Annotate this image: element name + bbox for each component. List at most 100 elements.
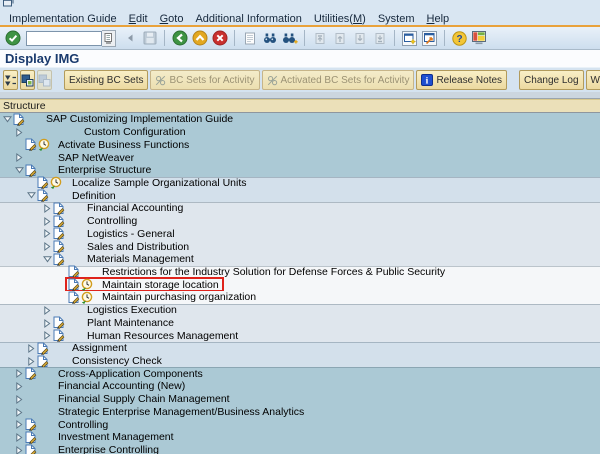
img-doc-icon[interactable] <box>53 215 66 228</box>
expand-node-arrow-icon[interactable] <box>43 242 51 251</box>
img-activity-icon[interactable] <box>38 138 51 151</box>
tree-row[interactable]: Controlling <box>0 215 600 228</box>
tree-item-label[interactable]: Strategic Enterprise Management/Business… <box>58 406 304 418</box>
expand-node-arrow-icon[interactable] <box>43 229 51 238</box>
img-doc-icon[interactable] <box>68 291 81 304</box>
tree-item-label[interactable]: Consistency Check <box>72 355 162 367</box>
new-session-button[interactable] <box>400 29 419 48</box>
tree-item-label[interactable]: Maintain storage location <box>102 279 219 291</box>
img-doc-icon[interactable] <box>53 240 66 253</box>
img-doc-icon[interactable] <box>37 355 50 368</box>
expand-node-arrow-icon[interactable] <box>43 319 51 328</box>
tree-row[interactable]: Financial Accounting <box>0 202 600 215</box>
tree-row[interactable]: Human Resources Management <box>0 329 600 342</box>
tree-item-label[interactable]: Maintain purchasing organization <box>102 291 256 303</box>
system-menu-icon[interactable] <box>3 0 14 12</box>
expand-node-arrow-icon[interactable] <box>27 357 35 366</box>
tree-row[interactable]: Custom Configuration <box>0 126 600 139</box>
menu-help[interactable]: Help <box>427 13 450 25</box>
img-doc-icon[interactable] <box>25 418 38 431</box>
collapse-node-arrow-icon[interactable] <box>15 166 24 174</box>
command-history-button[interactable] <box>102 30 116 47</box>
release-notes-button[interactable]: iRelease Notes <box>416 70 507 90</box>
tree-row[interactable]: Logistics Execution <box>0 304 600 317</box>
tree-row[interactable]: Assignment <box>0 342 600 355</box>
collapse-toolbar-button[interactable] <box>120 29 139 48</box>
img-activity-icon[interactable] <box>50 176 63 189</box>
tree-item-label[interactable]: Financial Accounting <box>87 202 183 214</box>
tree-item-label[interactable]: Sales and Distribution <box>87 241 189 253</box>
tree-row[interactable]: Enterprise Structure <box>0 164 600 177</box>
tree-item-label[interactable]: Plant Maintenance <box>87 317 174 329</box>
img-doc-icon[interactable] <box>53 227 66 240</box>
tree-item-label[interactable]: Financial Supply Chain Management <box>58 393 230 405</box>
find-button[interactable] <box>260 29 279 48</box>
tree-item-label[interactable]: Enterprise Controlling <box>58 444 159 454</box>
expand-node-arrow-icon[interactable] <box>15 395 23 404</box>
tree-row[interactable]: Logistics - General <box>0 227 600 240</box>
where-else-used-button[interactable]: Where Else Used <box>586 70 600 90</box>
enter-button[interactable] <box>3 29 22 48</box>
change-log-button[interactable]: Change Log <box>519 70 584 90</box>
tree-row[interactable]: Financial Supply Chain Management <box>0 393 600 406</box>
tree-item-label[interactable]: Logistics Execution <box>87 304 177 316</box>
img-doc-icon[interactable] <box>25 164 38 177</box>
img-activity-icon[interactable] <box>81 278 94 291</box>
tree-item-label[interactable]: Investment Management <box>58 431 174 443</box>
tree-row[interactable]: Maintain purchasing organization <box>0 291 600 304</box>
img-doc-icon[interactable] <box>25 367 38 380</box>
tree-row[interactable]: Maintain storage location <box>0 278 600 291</box>
create-shortcut-button[interactable] <box>420 29 439 48</box>
collapse-node-arrow-icon[interactable] <box>27 191 36 199</box>
img-doc-icon[interactable] <box>37 176 50 189</box>
menu-additional-information[interactable]: Additional Information <box>195 13 301 25</box>
expand-node-arrow-icon[interactable] <box>27 344 35 353</box>
tree-item-label[interactable]: Activate Business Functions <box>58 139 189 151</box>
tree-row[interactable]: Investment Management <box>0 431 600 444</box>
tree-row[interactable]: Definition <box>0 189 600 202</box>
tree-row[interactable]: Localize Sample Organizational Units <box>0 177 600 190</box>
expand-node-arrow-icon[interactable] <box>15 446 23 454</box>
img-doc-icon[interactable] <box>25 444 38 454</box>
exit-button[interactable] <box>190 29 209 48</box>
tree-item-label[interactable]: Assignment <box>72 342 127 354</box>
img-doc-icon[interactable] <box>13 113 26 126</box>
cancel-button[interactable] <box>210 29 229 48</box>
expand-node-arrow-icon[interactable] <box>15 420 23 429</box>
tree-item-label[interactable]: Localize Sample Organizational Units <box>72 177 247 189</box>
tree-row[interactable]: Strategic Enterprise Management/Business… <box>0 406 600 419</box>
tree-item-label[interactable]: Definition <box>72 190 116 202</box>
tree-item-label[interactable]: Custom Configuration <box>84 126 186 138</box>
tree-row[interactable]: Materials Management <box>0 253 600 266</box>
tree-row[interactable]: Cross-Application Components <box>0 367 600 380</box>
expand-node-arrow-icon[interactable] <box>43 204 51 213</box>
img-doc-icon[interactable] <box>68 278 81 291</box>
tree-row[interactable]: SAP NetWeaver <box>0 151 600 164</box>
tree-item-label[interactable]: Controlling <box>58 419 108 431</box>
tree-row[interactable]: Activate Business Functions <box>0 138 600 151</box>
back-button[interactable] <box>170 29 189 48</box>
display-key-button[interactable] <box>20 70 35 90</box>
customize-layout-button[interactable] <box>470 29 489 48</box>
img-doc-icon[interactable] <box>53 329 66 342</box>
img-doc-icon[interactable] <box>25 138 38 151</box>
print-button[interactable] <box>240 29 259 48</box>
menu-edit[interactable]: Edit <box>129 13 148 25</box>
tree-item-label[interactable]: SAP NetWeaver <box>58 152 134 164</box>
menu-utilities-m[interactable]: Utilities(M) <box>314 13 366 25</box>
expand-node-arrow-icon[interactable] <box>15 433 23 442</box>
tree-row[interactable]: Sales and Distribution <box>0 240 600 253</box>
expand-node-arrow-icon[interactable] <box>15 128 23 137</box>
tree-item-label[interactable]: Enterprise Structure <box>58 164 151 176</box>
tree-item-label[interactable]: Financial Accounting (New) <box>58 380 185 392</box>
tree-item-label[interactable]: Human Resources Management <box>87 330 238 342</box>
tree-item-label[interactable]: SAP Customizing Implementation Guide <box>46 113 233 125</box>
help-button[interactable]: ? <box>450 29 469 48</box>
menu-system[interactable]: System <box>378 13 415 25</box>
img-activity-icon[interactable] <box>81 291 94 304</box>
command-field-input[interactable] <box>26 31 102 46</box>
tree-item-label[interactable]: Restrictions for the Industry Solution f… <box>102 266 445 278</box>
img-doc-icon[interactable] <box>53 202 66 215</box>
img-doc-icon[interactable] <box>37 342 50 355</box>
expand-node-arrow-icon[interactable] <box>15 382 23 391</box>
